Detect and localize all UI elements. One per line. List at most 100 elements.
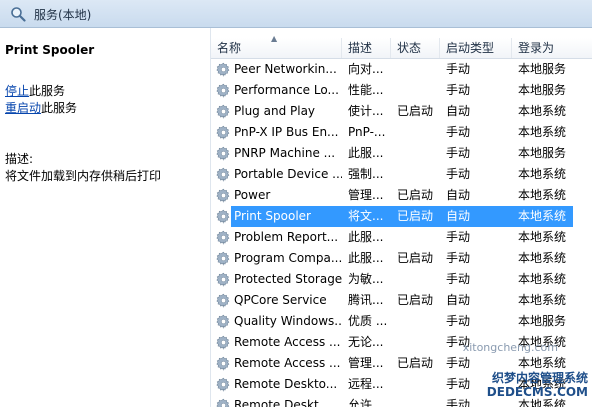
- table-row[interactable]: PNRP Machine ... 此服... 手动 本地服务: [211, 143, 592, 164]
- restart-service-suffix: 此服务: [41, 101, 78, 115]
- column-header-name-label: 名称: [217, 41, 242, 55]
- service-description-cell: 远程...: [348, 377, 384, 391]
- table-row[interactable]: Power 管理... 已启动 自动 本地系统: [211, 185, 592, 206]
- service-status-cell: [397, 164, 441, 185]
- service-description-cell: 强制...: [348, 167, 384, 181]
- service-gear-icon: [216, 314, 231, 329]
- service-logon-cell: 本地系统: [518, 104, 567, 118]
- service-status-cell: [397, 80, 441, 101]
- service-status-cell: [397, 269, 441, 290]
- restart-service-line: 重启动此服务: [5, 99, 77, 116]
- stop-service-link[interactable]: 停止: [5, 84, 29, 98]
- service-gear-icon: [216, 188, 231, 203]
- column-header-logon-as[interactable]: 登录为: [512, 38, 592, 58]
- service-description-cell: 性能...: [348, 83, 384, 97]
- service-startup-cell: 手动: [446, 62, 471, 76]
- table-row[interactable]: Performance Lo... 性能... 手动 本地服务: [211, 80, 592, 101]
- table-row[interactable]: Plug and Play 使计... 已启动 自动 本地系统: [211, 101, 592, 122]
- service-startup-cell: 手动: [446, 272, 471, 286]
- service-status-cell: [397, 332, 441, 353]
- service-detail-pane: Print Spooler 停止此服务 重启动此服务 描述: 将文件加载到内存供…: [0, 28, 210, 407]
- table-row[interactable]: Problem Report... 此服... 手动 本地系统: [211, 227, 592, 248]
- service-gear-icon: [216, 125, 231, 140]
- service-logon-cell: 本地系统: [518, 209, 567, 223]
- service-gear-icon: [216, 335, 231, 350]
- restart-service-link[interactable]: 重启动: [5, 101, 41, 115]
- service-logon-cell: 本地系统: [518, 230, 567, 244]
- window-title: 服务(本地): [34, 8, 92, 22]
- service-name-cell: PNRP Machine ...: [234, 146, 336, 160]
- service-status-cell: [397, 395, 441, 407]
- service-gear-icon: [216, 83, 231, 98]
- service-gear-icon: [216, 104, 231, 119]
- column-header-startup-type[interactable]: 启动类型: [440, 38, 512, 58]
- service-description-cell: 腾讯...: [348, 293, 384, 307]
- service-name-cell: Problem Report...: [234, 230, 339, 244]
- column-header-description[interactable]: 描述: [342, 38, 391, 58]
- table-row[interactable]: Peer Networkin... 向对... 手动 本地服务: [211, 59, 592, 80]
- service-name-cell: Power: [234, 188, 271, 202]
- table-row[interactable]: Program Compa... 此服... 已启动 手动 本地系统: [211, 248, 592, 269]
- service-description-cell: 此服...: [348, 251, 384, 265]
- service-gear-icon: [216, 167, 231, 182]
- service-gear-icon: [216, 209, 231, 224]
- stop-service-line: 停止此服务: [5, 82, 65, 99]
- service-description-cell: 管理...: [348, 356, 384, 370]
- service-startup-cell: 自动: [446, 209, 471, 223]
- service-status-cell: 已启动: [397, 251, 434, 265]
- service-status-cell: 已启动: [397, 209, 434, 223]
- service-name-cell: QPCore Service: [234, 293, 327, 307]
- service-description-cell: 无论...: [348, 335, 384, 349]
- service-name-cell: Remote Access ...: [234, 356, 341, 370]
- service-name-cell: Print Spooler: [234, 209, 311, 223]
- column-header-status-label: 状态: [397, 41, 422, 55]
- service-status-cell: [397, 374, 441, 395]
- service-description-cell: 向对...: [348, 62, 384, 76]
- service-logon-cell: 本地服务: [518, 314, 567, 328]
- service-status-cell: [397, 311, 441, 332]
- description-label: 描述:: [5, 152, 34, 166]
- service-logon-cell: 本地服务: [518, 62, 567, 76]
- service-gear-icon: [216, 377, 231, 392]
- service-logon-cell: 本地服务: [518, 83, 567, 97]
- service-name-cell: Protected Storage: [234, 272, 342, 286]
- service-status-cell: [397, 227, 441, 248]
- service-logon-cell: 本地系统: [518, 167, 567, 181]
- service-logon-cell: 本地系统: [518, 272, 567, 286]
- service-startup-cell: 自动: [446, 188, 471, 202]
- service-startup-cell: 自动: [446, 293, 471, 307]
- selected-service-name: Print Spooler: [5, 43, 95, 57]
- service-startup-cell: 手动: [446, 251, 471, 265]
- table-row[interactable]: Protected Storage 为敏... 手动 本地系统: [211, 269, 592, 290]
- title-bar: 服务(本地): [0, 0, 592, 28]
- service-description-cell: 管理...: [348, 188, 384, 202]
- service-name-cell: Quality Windows...: [234, 314, 342, 328]
- table-row[interactable]: PnP-X IP Bus En... PnP-... 手动 本地系统: [211, 122, 592, 143]
- service-gear-icon: [216, 398, 231, 407]
- service-status-cell: [397, 59, 441, 80]
- service-name-cell: Remote Deskt...: [234, 398, 331, 407]
- service-status-cell: [397, 143, 441, 164]
- service-description-cell: 为敏...: [348, 272, 384, 286]
- service-gear-icon: [216, 146, 231, 161]
- service-status-cell: 已启动: [397, 188, 434, 202]
- service-name-cell: Remote Deskto...: [234, 377, 338, 391]
- table-row[interactable]: QPCore Service 腾讯... 已启动 自动 本地系统: [211, 290, 592, 311]
- table-row[interactable]: Portable Device ... 强制... 手动 本地系统: [211, 164, 592, 185]
- service-description-cell: 允许...: [348, 398, 384, 407]
- service-status-cell: 已启动: [397, 356, 434, 370]
- column-header-status[interactable]: 状态: [391, 38, 440, 58]
- service-description-cell: 使计...: [348, 104, 384, 118]
- description-text: 将文件加载到内存供稍后打印: [5, 169, 162, 183]
- service-name-cell: Program Compa...: [234, 251, 342, 265]
- stop-service-suffix: 此服务: [29, 84, 66, 98]
- table-row[interactable]: Quality Windows... 优质 ... 手动 本地服务: [211, 311, 592, 332]
- service-status-cell: [397, 122, 441, 143]
- table-row-selected[interactable]: Print Spooler 将文... 已启动 自动 本地系统: [211, 206, 592, 227]
- service-startup-cell: 手动: [446, 230, 471, 244]
- list-header: ▲ 名称 描述 状态 启动类型 登录为: [211, 35, 592, 59]
- service-startup-cell: 手动: [446, 125, 471, 139]
- service-startup-cell: 手动: [446, 83, 471, 97]
- service-description-cell: 此服...: [348, 230, 384, 244]
- column-header-name[interactable]: ▲ 名称: [211, 35, 342, 58]
